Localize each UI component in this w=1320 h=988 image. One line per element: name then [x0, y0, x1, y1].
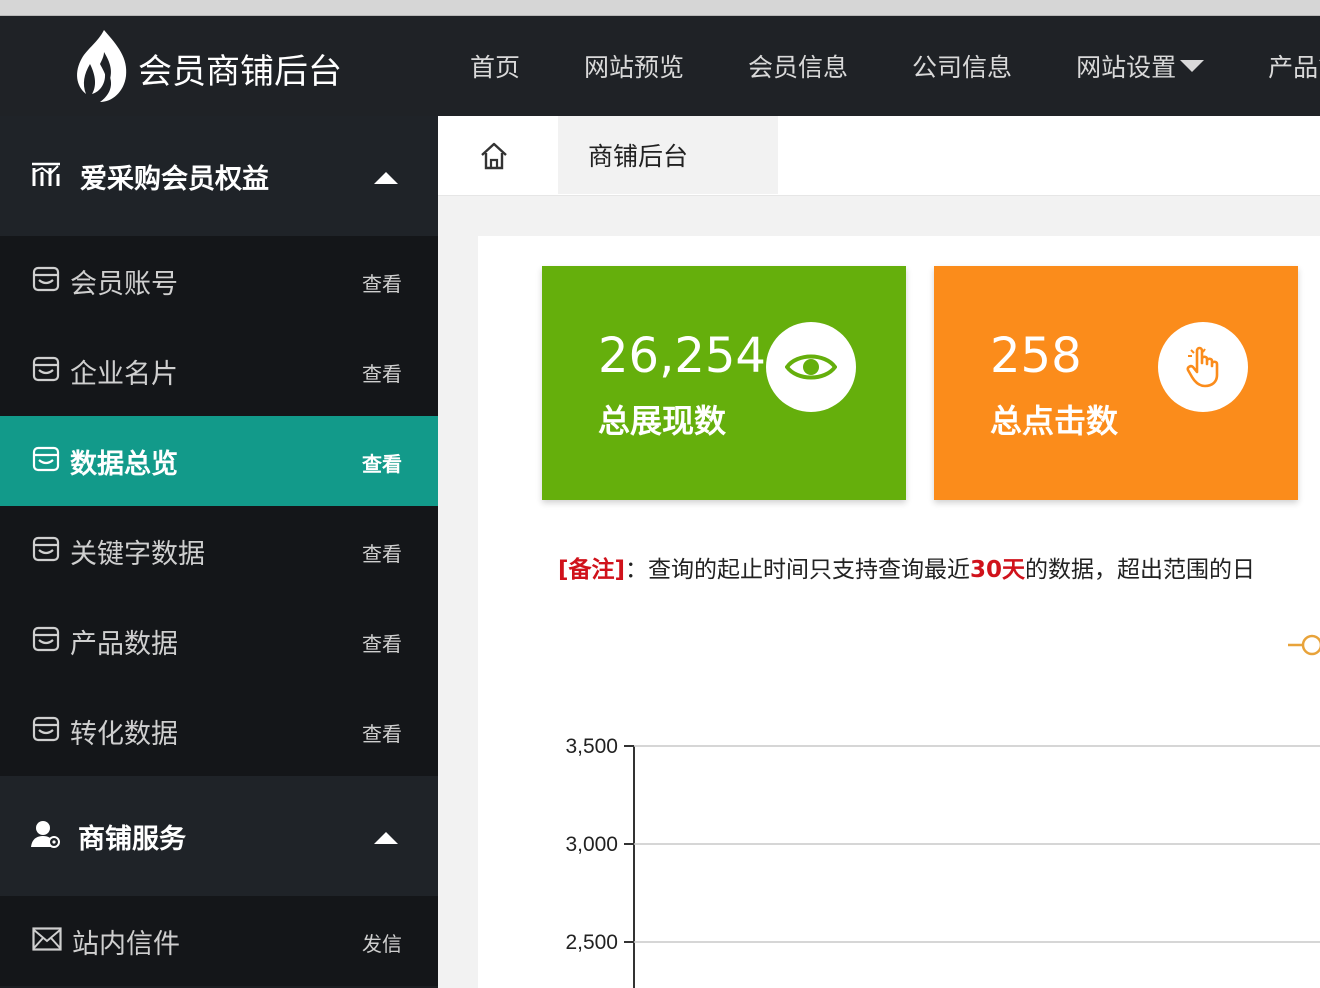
- sidebar-item-label: 会员账号: [70, 268, 178, 300]
- nav-home-label: 首页: [470, 53, 521, 82]
- store-icon: [32, 266, 60, 296]
- stat-value: 258: [990, 328, 1082, 384]
- store-icon: [32, 536, 60, 566]
- stat-label: 总展现数: [598, 402, 727, 440]
- sidebar-group-member-benefits[interactable]: 爱采购会员权益: [0, 116, 438, 236]
- view-link[interactable]: 查看: [362, 358, 402, 387]
- sidebar-group-shop-services[interactable]: 商铺服务: [0, 776, 438, 896]
- stat-card-impressions: 26,254 总展现数: [542, 266, 906, 500]
- logo-title: 会员商铺后台: [138, 51, 342, 92]
- nav-member-info[interactable]: 会员信息: [748, 48, 848, 84]
- sidebar-group-title: 爱采购会员权益: [80, 163, 269, 195]
- date-range-note: [备注]：查询的起止时间只支持查询最近30天的数据，超出范围的日: [558, 550, 1255, 584]
- sidebar: 爱采购会员权益 会员账号 查看 企业名片 查看 数据总览 查看 关键字数据 查看…: [0, 116, 438, 988]
- sidebar-item-label: 转化数据: [70, 718, 178, 750]
- sidebar-sublist: 站内信件 发信: [0, 896, 438, 986]
- store-icon: [32, 716, 60, 746]
- note-text-after: 的数据，超出范围的日: [1025, 557, 1256, 583]
- sidebar-item-keyword-data[interactable]: 关键字数据 查看: [0, 506, 438, 596]
- caret-down-icon: [1180, 60, 1205, 72]
- stat-value: 26,254: [598, 328, 766, 384]
- view-link[interactable]: 查看: [362, 448, 402, 477]
- main-nav: 首页 网站预览 会员信息 公司信息 网站设置 产品管: [470, 16, 1320, 116]
- bar-chart-icon: [30, 160, 62, 192]
- nav-company-info[interactable]: 公司信息: [912, 48, 1012, 84]
- caret-up-icon[interactable]: [374, 172, 398, 184]
- main-area: 商铺后台 26,254 总展现数 258 总点击数 [备注]：查询的起止时间只支…: [438, 116, 1320, 988]
- top-navbar: 会员商铺后台 首页 网站预览 会员信息 公司信息 网站设置 产品管: [0, 16, 1320, 116]
- logo[interactable]: 会员商铺后台: [74, 30, 342, 106]
- nav-site-preview-label: 网站预览: [584, 53, 685, 82]
- note-highlight: 30天: [970, 557, 1026, 583]
- line-chart: 3,500 3,000 2,500: [565, 735, 1320, 988]
- sidebar-item-label: 关键字数据: [70, 538, 205, 570]
- sidebar-item-company-card[interactable]: 企业名片 查看: [0, 326, 438, 416]
- flame-logo-icon: [74, 28, 130, 108]
- nav-product-manage[interactable]: 产品管: [1268, 48, 1320, 84]
- sidebar-group-title: 商铺服务: [78, 823, 186, 855]
- caret-up-icon[interactable]: [374, 832, 398, 844]
- view-link[interactable]: 查看: [362, 268, 402, 297]
- tab-shop-backend[interactable]: 商铺后台: [558, 116, 778, 194]
- sidebar-item-label: 站内信件: [72, 928, 180, 960]
- sidebar-item-site-mail[interactable]: 站内信件 发信: [0, 896, 438, 986]
- stat-card-clicks: 258 总点击数: [934, 266, 1298, 500]
- browser-chrome-strip: [0, 0, 1320, 16]
- sidebar-item-product-data[interactable]: 产品数据 查看: [0, 596, 438, 686]
- sidebar-sublist: 会员账号 查看 企业名片 查看 数据总览 查看 关键字数据 查看 产品数据 查看…: [0, 236, 438, 776]
- y-tick-label: 2,500: [565, 931, 618, 954]
- sidebar-item-member-account[interactable]: 会员账号 查看: [0, 236, 438, 326]
- stat-label: 总点击数: [990, 402, 1119, 440]
- sidebar-item-label: 数据总览: [70, 448, 178, 480]
- sidebar-item-label: 产品数据: [70, 628, 178, 660]
- send-mail-link[interactable]: 发信: [362, 928, 402, 957]
- store-icon: [32, 446, 60, 476]
- nav-site-settings[interactable]: 网站设置: [1076, 48, 1205, 84]
- sidebar-item-label: 企业名片: [70, 358, 178, 390]
- home-icon[interactable]: [478, 140, 518, 174]
- store-icon: [32, 356, 60, 386]
- note-text-before: ：查询的起止时间只支持查询最近: [625, 557, 971, 583]
- nav-home[interactable]: 首页: [470, 48, 520, 84]
- y-tick-label: 3,500: [565, 735, 618, 758]
- y-tick-label: 3,000: [565, 833, 618, 856]
- legend-marker-icon[interactable]: [1288, 632, 1320, 658]
- breadcrumb: 商铺后台: [438, 116, 1320, 196]
- eye-icon: [766, 322, 856, 412]
- view-link[interactable]: 查看: [362, 718, 402, 747]
- mail-icon: [32, 927, 62, 955]
- view-link[interactable]: 查看: [362, 628, 402, 657]
- nav-site-settings-label: 网站设置: [1076, 53, 1177, 82]
- dashboard-content: 26,254 总展现数 258 总点击数 [备注]：查询的起止时间只支持查询最近…: [478, 236, 1320, 988]
- tab-label: 商铺后台: [588, 142, 689, 171]
- store-icon: [32, 626, 60, 656]
- nav-site-preview[interactable]: 网站预览: [584, 48, 684, 84]
- hand-pointer-icon: [1158, 322, 1248, 412]
- user-icon: [30, 819, 60, 853]
- nav-product-manage-label: 产品管: [1268, 53, 1320, 82]
- view-link[interactable]: 查看: [362, 538, 402, 567]
- nav-member-info-label: 会员信息: [748, 53, 849, 82]
- note-tag: [备注]: [558, 557, 626, 583]
- sidebar-item-data-overview[interactable]: 数据总览 查看: [0, 416, 438, 506]
- nav-company-info-label: 公司信息: [912, 53, 1013, 82]
- sidebar-item-conversion-data[interactable]: 转化数据 查看: [0, 686, 438, 776]
